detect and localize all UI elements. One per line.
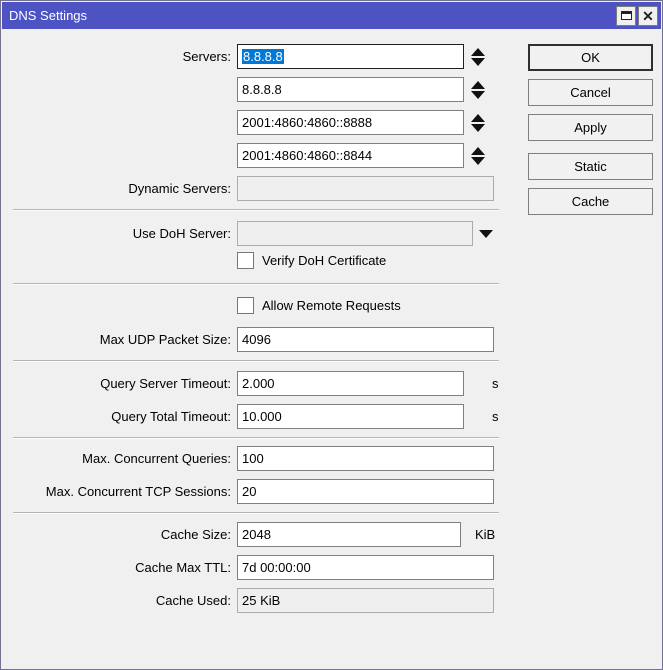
ok-button[interactable]: OK (528, 44, 653, 71)
static-button[interactable]: Static (528, 153, 653, 180)
title-bar[interactable]: DNS Settings ✕ (2, 2, 661, 29)
separator (13, 209, 499, 211)
server-input-1[interactable] (237, 77, 464, 102)
query-total-timeout-field[interactable] (237, 404, 464, 429)
cancel-button[interactable]: Cancel (528, 79, 653, 106)
use-doh-server-row: Use DoH Server: (1, 221, 662, 246)
close-button[interactable]: ✕ (638, 6, 658, 26)
cache-size-label: Cache Size: (1, 527, 237, 542)
dynamic-servers-field (237, 176, 494, 201)
cache-used-label: Cache Used: (1, 593, 237, 608)
maximize-icon (621, 11, 632, 20)
allow-remote-requests-label: Allow Remote Requests (262, 298, 401, 313)
separator (13, 512, 499, 514)
unit-label: KiB (475, 527, 495, 542)
arrow-down-icon[interactable] (471, 58, 485, 66)
max-udp-packet-size-row: Max UDP Packet Size: (1, 327, 662, 352)
button-column: OK Cancel Apply Static Cache (528, 44, 653, 223)
max-concurrent-queries-field[interactable] (237, 446, 494, 471)
max-concurrent-queries-row: Max. Concurrent Queries: (1, 446, 662, 471)
max-udp-packet-size-label: Max UDP Packet Size: (1, 332, 237, 347)
cache-max-ttl-row: Cache Max TTL: (1, 555, 662, 580)
cache-used-row: Cache Used: (1, 588, 662, 613)
query-server-timeout-row: Query Server Timeout: s (1, 371, 662, 396)
apply-button[interactable]: Apply (528, 114, 653, 141)
arrow-up-icon[interactable] (471, 147, 485, 155)
cache-used-field (237, 588, 494, 613)
separator (13, 283, 499, 285)
arrow-down-icon[interactable] (471, 157, 485, 165)
server-input-2[interactable] (237, 110, 464, 135)
max-concurrent-queries-label: Max. Concurrent Queries: (1, 451, 237, 466)
server-0-reorder-control[interactable] (471, 48, 485, 66)
cache-max-ttl-label: Cache Max TTL: (1, 560, 237, 575)
server-input-3[interactable] (237, 143, 464, 168)
max-concurrent-tcp-sessions-row: Max. Concurrent TCP Sessions: (1, 479, 662, 504)
cache-size-row: Cache Size: KiB (1, 522, 662, 547)
arrow-down-icon[interactable] (471, 124, 485, 132)
max-udp-packet-size-field[interactable] (237, 327, 494, 352)
verify-doh-certificate-label: Verify DoH Certificate (262, 253, 386, 268)
use-doh-server-label: Use DoH Server: (1, 226, 237, 241)
arrow-up-icon[interactable] (471, 114, 485, 122)
arrow-down-icon[interactable] (471, 91, 485, 99)
unit-label: s (492, 409, 499, 424)
server-2-reorder-control[interactable] (471, 114, 485, 132)
dns-settings-window: DNS Settings ✕ Servers: 8.8.8.8 (0, 0, 663, 670)
use-doh-server-field (237, 221, 473, 246)
maximize-button[interactable] (616, 6, 636, 26)
cache-max-ttl-field[interactable] (237, 555, 494, 580)
arrow-up-icon[interactable] (471, 48, 485, 56)
unit-label: s (492, 376, 499, 391)
cache-button[interactable]: Cache (528, 188, 653, 215)
window-title: DNS Settings (9, 8, 614, 23)
max-concurrent-tcp-sessions-field[interactable] (237, 479, 494, 504)
close-icon: ✕ (642, 9, 654, 23)
allow-remote-requests-row: Allow Remote Requests (1, 295, 662, 315)
verify-doh-certificate-checkbox[interactable] (237, 252, 254, 269)
chevron-down-icon[interactable] (479, 230, 493, 238)
server-input-0-selected-text: 8.8.8.8 (242, 49, 284, 64)
max-concurrent-tcp-sessions-label: Max. Concurrent TCP Sessions: (1, 484, 237, 499)
server-1-reorder-control[interactable] (471, 81, 485, 99)
servers-label: Servers: (1, 49, 237, 64)
verify-doh-certificate-row: Verify DoH Certificate (1, 250, 662, 270)
query-server-timeout-label: Query Server Timeout: (1, 376, 237, 391)
arrow-up-icon[interactable] (471, 81, 485, 89)
allow-remote-requests-checkbox[interactable] (237, 297, 254, 314)
server-3-reorder-control[interactable] (471, 147, 485, 165)
dynamic-servers-label: Dynamic Servers: (1, 181, 237, 196)
separator (13, 360, 499, 362)
query-server-timeout-field[interactable] (237, 371, 464, 396)
server-input-0[interactable]: 8.8.8.8 (237, 44, 464, 69)
cache-size-field[interactable] (237, 522, 461, 547)
separator (13, 437, 499, 439)
query-total-timeout-label: Query Total Timeout: (1, 409, 237, 424)
query-total-timeout-row: Query Total Timeout: s (1, 404, 662, 429)
